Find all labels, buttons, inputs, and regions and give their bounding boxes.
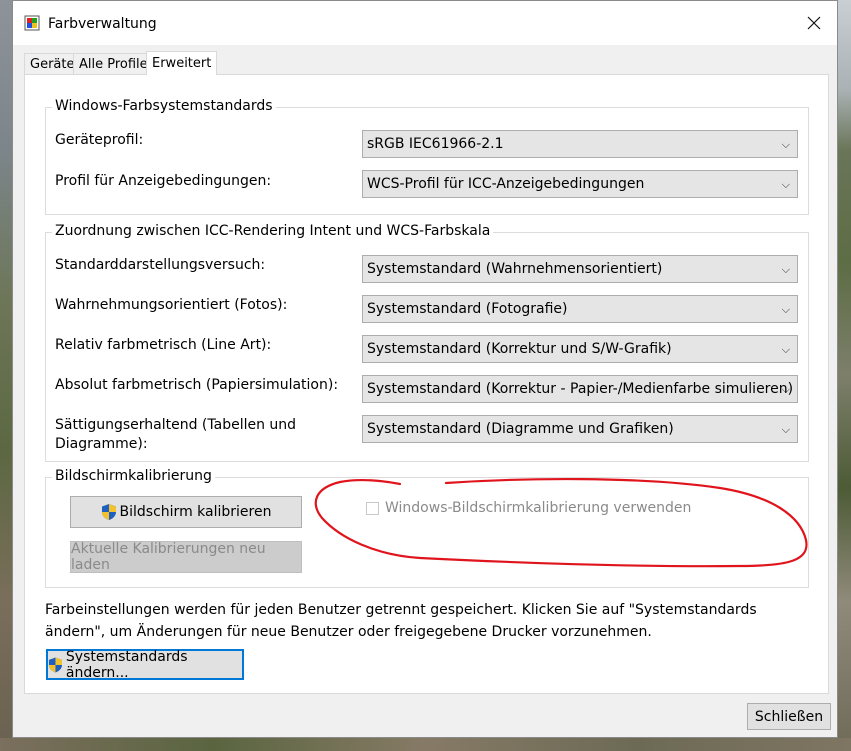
chevron-down-icon: ⌵ bbox=[781, 383, 790, 396]
device-profile-value: sRGB IEC61966-2.1 bbox=[367, 136, 504, 152]
reload-calibrations-label: Aktuelle Kalibrierungen neu laden bbox=[71, 541, 266, 573]
reload-calibrations-button[interactable]: Aktuelle Kalibrierungen neu laden bbox=[70, 541, 302, 573]
chevron-down-icon: ⌵ bbox=[781, 138, 790, 151]
perceptual-label: Wahrnehmungsorientiert (Fotos): bbox=[55, 297, 288, 313]
desktop-background-bottom bbox=[0, 738, 851, 751]
color-management-app-icon bbox=[24, 15, 40, 31]
saturation-value: Systemstandard (Diagramme und Grafiken) bbox=[367, 421, 674, 437]
viewing-conditions-label: Profil für Anzeigebedingungen: bbox=[55, 173, 272, 189]
viewing-conditions-value: WCS-Profil für ICC-Anzeigebedingungen bbox=[367, 176, 645, 192]
device-profile-label: Geräteprofil: bbox=[55, 132, 144, 148]
tab-advanced[interactable]: Erweitert bbox=[146, 51, 218, 75]
saturation-label-line1: Sättigungserhaltend (Tabellen und bbox=[55, 417, 297, 433]
device-profile-select[interactable]: sRGB IEC61966-2.1 ⌵ bbox=[362, 130, 798, 158]
windows-color-standards-group: Windows-Farbsystemstandards bbox=[45, 98, 809, 215]
chevron-down-icon: ⌵ bbox=[781, 263, 790, 276]
use-windows-calibration-label: Windows-Bildschirmkalibrierung verwenden bbox=[385, 500, 692, 516]
chevron-down-icon: ⌵ bbox=[781, 423, 790, 436]
default-rendering-intent-value: Systemstandard (Wahrnehmensorientiert) bbox=[367, 261, 663, 277]
close-button-label: Schließen bbox=[754, 708, 824, 725]
uac-shield-icon bbox=[48, 657, 62, 672]
change-system-defaults-label: Systemstandards ändern... bbox=[65, 648, 188, 681]
close-icon bbox=[807, 16, 821, 30]
use-windows-calibration-option[interactable]: Windows-Bildschirmkalibrierung verwenden bbox=[366, 500, 691, 516]
default-rendering-intent-select[interactable]: Systemstandard (Wahrnehmensorientiert) ⌵ bbox=[362, 255, 798, 283]
perceptual-select[interactable]: Systemstandard (Fotografie) ⌵ bbox=[362, 295, 798, 323]
desktop-background-right bbox=[838, 0, 851, 751]
title-bar: Farbverwaltung bbox=[13, 1, 837, 45]
change-system-defaults-button[interactable]: Systemstandards ändern... bbox=[46, 648, 244, 681]
group-title-windows-standards: Windows-Farbsystemstandards bbox=[52, 98, 276, 114]
group-title-mapping: Zuordnung zwischen ICC-Rendering Intent … bbox=[52, 223, 494, 239]
calibrate-display-label: Bildschirm kalibrieren bbox=[119, 504, 272, 520]
desktop-background-left bbox=[0, 0, 12, 751]
absolute-colorimetric-value: Systemstandard (Korrektur - Papier-/Medi… bbox=[367, 381, 794, 397]
relative-colorimetric-label: Relativ farbmetrisch (Line Art): bbox=[55, 337, 272, 353]
chevron-down-icon: ⌵ bbox=[781, 178, 790, 191]
tab-all-profiles[interactable]: Alle Profile bbox=[73, 53, 154, 74]
absolute-colorimetric-label: Absolut farbmetrisch (Papiersimulation): bbox=[55, 377, 339, 393]
window-title: Farbverwaltung bbox=[48, 16, 157, 32]
relative-colorimetric-value: Systemstandard (Korrektur und S/W-Grafik… bbox=[367, 341, 672, 357]
chevron-down-icon: ⌵ bbox=[781, 343, 790, 356]
uac-shield-icon bbox=[101, 504, 116, 520]
calibrate-display-button[interactable]: Bildschirm kalibrieren bbox=[70, 496, 302, 528]
tab-devices[interactable]: Geräte bbox=[24, 53, 81, 74]
perceptual-value: Systemstandard (Fotografie) bbox=[367, 301, 568, 317]
group-title-calibration: Bildschirmkalibrierung bbox=[52, 468, 215, 484]
default-rendering-intent-label: Standarddarstellungsversuch: bbox=[55, 257, 266, 273]
close-window-button[interactable] bbox=[791, 1, 837, 45]
color-management-window: Farbverwaltung Geräte Alle Profile Erwei… bbox=[12, 0, 838, 738]
use-windows-calibration-checkbox[interactable] bbox=[366, 501, 379, 515]
close-button[interactable]: Schließen bbox=[747, 703, 831, 730]
advanced-tab-panel: Windows-Farbsystemstandards Geräteprofil… bbox=[24, 74, 829, 694]
relative-colorimetric-select[interactable]: Systemstandard (Korrektur und S/W-Grafik… bbox=[362, 335, 798, 363]
saturation-label-line2: Diagramme): bbox=[55, 436, 148, 452]
absolute-colorimetric-select[interactable]: Systemstandard (Korrektur - Papier-/Medi… bbox=[362, 375, 798, 403]
saturation-select[interactable]: Systemstandard (Diagramme und Grafiken) … bbox=[362, 415, 798, 443]
viewing-conditions-select[interactable]: WCS-Profil für ICC-Anzeigebedingungen ⌵ bbox=[362, 170, 798, 198]
chevron-down-icon: ⌵ bbox=[781, 303, 790, 316]
info-text: Farbeinstellungen werden für jeden Benut… bbox=[45, 602, 757, 640]
